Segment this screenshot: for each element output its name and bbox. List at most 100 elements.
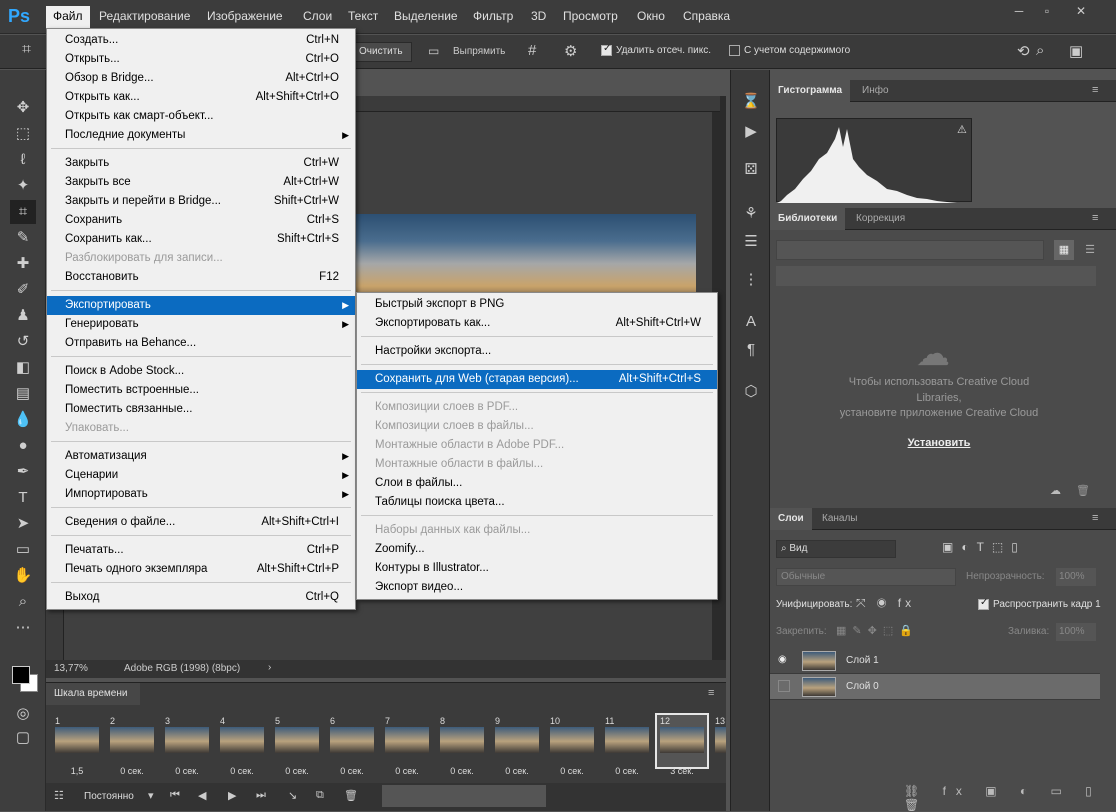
properties-icon[interactable]: ⋮: [739, 268, 763, 292]
timeline-frame[interactable]: 13 0 с: [712, 715, 726, 767]
propagate-checkbox[interactable]: Распространить кадр 1: [978, 599, 1101, 610]
cc-sync-icon[interactable]: ☁: [1050, 484, 1061, 497]
content-aware-checkbox[interactable]: С учетом содержимого: [729, 45, 850, 56]
menu-file[interactable]: Файл: [46, 6, 90, 28]
timeline-frame[interactable]: 8 0 сек.: [437, 715, 487, 776]
layer-filter-select[interactable]: ⌕ Вид: [776, 540, 896, 558]
play-icon[interactable]: ▶: [228, 789, 236, 802]
timeline-frame[interactable]: 7 0 сек.: [382, 715, 432, 776]
menu-filter[interactable]: Фильтр: [473, 9, 513, 23]
blend-mode-select[interactable]: Обычные: [776, 568, 956, 586]
timeline-tab[interactable]: Шкала времени: [46, 683, 140, 705]
menu-3d[interactable]: 3D: [531, 9, 546, 23]
menu-item[interactable]: Отправить на Behance...: [47, 334, 355, 353]
list-view-icon[interactable]: ☰: [1080, 240, 1100, 260]
menu-item[interactable]: Экспортировать как... Alt+Shift+Ctrl+W: [357, 314, 717, 333]
fill-input[interactable]: 100%: [1056, 623, 1096, 641]
frame-delay[interactable]: 3 сек.: [657, 766, 707, 776]
tween-icon[interactable]: ↘: [288, 789, 297, 802]
lasso-tool-icon[interactable]: ℓ: [10, 148, 36, 172]
frame-delay[interactable]: 1,5: [52, 766, 102, 776]
timeline-frame[interactable]: 6 0 сек.: [327, 715, 377, 776]
magic-wand-icon[interactable]: ✦: [10, 174, 36, 198]
checkbox-checked[interactable]: [601, 45, 612, 56]
duplicate-frame-icon[interactable]: ⧉: [316, 789, 324, 802]
menu-image[interactable]: Изображение: [207, 9, 283, 23]
frame-delay[interactable]: 0 сек.: [602, 766, 652, 776]
menu-window[interactable]: Окно: [637, 9, 665, 23]
frame-delay[interactable]: 0 с: [712, 766, 726, 767]
grid-overlay-icon[interactable]: #: [528, 42, 536, 59]
menu-item[interactable]: Печать одного экземпляра Alt+Shift+Ctrl+P: [47, 560, 355, 579]
menu-item[interactable]: Zoomify...: [357, 540, 717, 559]
frame-delay[interactable]: 0 сек.: [547, 766, 597, 776]
menu-select[interactable]: Выделение: [394, 9, 458, 23]
panel-menu-icon[interactable]: ≡: [708, 687, 714, 699]
maximize-icon[interactable]: ▫: [1036, 4, 1058, 20]
delete-cropped-checkbox[interactable]: Удалить отсеч. пикс.: [601, 45, 711, 56]
crop-tool-icon[interactable]: ⌗: [22, 41, 31, 59]
eye-icon[interactable]: ◉: [778, 654, 787, 665]
timeline-frame[interactable]: 3 0 сек.: [162, 715, 212, 776]
timeline-frame[interactable]: 9 0 сек.: [492, 715, 542, 776]
hand-icon[interactable]: ✋: [10, 564, 36, 588]
screen-mode-icon[interactable]: ▢: [10, 726, 36, 750]
menu-type[interactable]: Текст: [348, 9, 378, 23]
quick-mask-icon[interactable]: ◎: [10, 702, 36, 726]
menu-item-export[interactable]: Экспортировать ▶: [47, 296, 355, 315]
frame-delay[interactable]: 0 сек.: [382, 766, 432, 776]
layer-actions-icons[interactable]: ⛓ fx ▣ ◐ ▭ ▯ 🗑: [904, 784, 1116, 812]
foreground-color-swatch[interactable]: [12, 666, 30, 684]
menu-item[interactable]: Последние документы ▶: [47, 126, 355, 145]
crop-icon[interactable]: ⌗: [10, 200, 36, 224]
timeline-frame[interactable]: 5 0 сек.: [272, 715, 322, 776]
menu-item[interactable]: Таблицы поиска цвета...: [357, 493, 717, 512]
layer-row[interactable]: Слой 0: [770, 674, 1100, 700]
trash-icon[interactable]: 🗑: [1076, 484, 1090, 497]
menu-item[interactable]: Открыть... Ctrl+O: [47, 50, 355, 69]
marquee-tool-icon[interactable]: ⬚: [10, 122, 36, 146]
3d-icon[interactable]: ⚄: [739, 158, 763, 182]
status-arrow-icon[interactable]: ›: [268, 662, 271, 673]
stamp-icon[interactable]: ♟: [10, 304, 36, 328]
prev-frame-icon[interactable]: ◀: [198, 789, 206, 802]
next-frame-icon[interactable]: ⏭: [256, 789, 266, 802]
menu-item[interactable]: Автоматизация ▶: [47, 447, 355, 466]
frame-delay[interactable]: 0 сек.: [162, 766, 212, 776]
menu-item[interactable]: Выход Ctrl+Q: [47, 588, 355, 607]
timeline-frame[interactable]: 4 0 сек.: [217, 715, 267, 776]
cube-icon[interactable]: ⬡: [739, 380, 763, 404]
tab-info[interactable]: Инфо: [854, 80, 897, 102]
pen-icon[interactable]: ✒: [10, 460, 36, 484]
timeline-frame[interactable]: 2 0 сек.: [107, 715, 157, 776]
menu-item[interactable]: Поиск в Adobe Stock...: [47, 362, 355, 381]
minimize-icon[interactable]: ─: [1008, 4, 1030, 20]
trash-icon[interactable]: 🗑: [344, 789, 358, 802]
brush-icon[interactable]: ✐: [10, 278, 36, 302]
checkbox-unchecked[interactable]: [729, 45, 740, 56]
menu-item[interactable]: Быстрый экспорт в PNG: [357, 295, 717, 314]
more-tools-icon[interactable]: ⋯: [10, 616, 36, 640]
menu-item[interactable]: Генерировать ▶: [47, 315, 355, 334]
menu-edit[interactable]: Редактирование: [99, 9, 190, 23]
library-select[interactable]: [776, 240, 1044, 260]
convert-timeline-icon[interactable]: ☷: [54, 789, 64, 802]
frame-delay[interactable]: 0 сек.: [107, 766, 157, 776]
unify-icons[interactable]: ⤧ ◉ fx: [856, 596, 915, 611]
tab-libraries[interactable]: Библиотеки: [770, 208, 846, 230]
menu-item[interactable]: Слои в файлы...: [357, 474, 717, 493]
panel-menu-icon[interactable]: ≡: [1092, 212, 1098, 224]
close-icon[interactable]: ✕: [1070, 4, 1092, 20]
menu-item[interactable]: Сохранить Ctrl+S: [47, 211, 355, 230]
eyedropper-icon[interactable]: ✎: [10, 226, 36, 250]
menu-item[interactable]: Поместить встроенные...: [47, 381, 355, 400]
menu-item[interactable]: Настройки экспорта...: [357, 342, 717, 361]
eraser-icon[interactable]: ◧: [10, 356, 36, 380]
layer-row[interactable]: ◉ Слой 1: [770, 648, 1100, 674]
library-search[interactable]: [776, 266, 1096, 286]
menu-item[interactable]: Закрыть Ctrl+W: [47, 154, 355, 173]
timeline-frame[interactable]: 1 1,5: [52, 715, 102, 776]
history-icon[interactable]: ⌛: [739, 90, 763, 114]
move-tool-icon[interactable]: ✥: [10, 96, 36, 120]
menu-item[interactable]: Обзор в Bridge... Alt+Ctrl+O: [47, 69, 355, 88]
